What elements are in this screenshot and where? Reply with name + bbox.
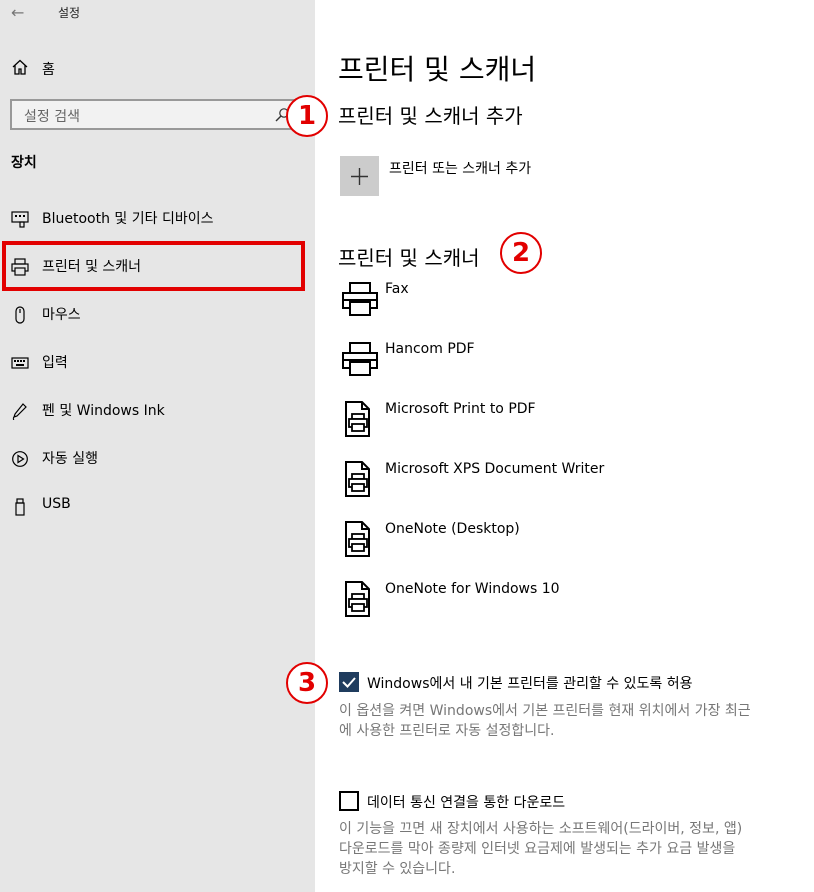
search-box[interactable]: 설정 검색 (10, 99, 300, 130)
sidebar-item-pen[interactable]: 펜 및 Windows Ink (0, 387, 315, 435)
default-printer-description: 이 옵션을 켜면 Windows에서 기본 프린터를 현재 위치에서 가장 최근… (339, 701, 789, 741)
keyboard-icon (11, 357, 29, 369)
annotation-marker-3: 3 (286, 662, 328, 704)
sidebar-item-label: Bluetooth 및 기타 디바이스 (42, 211, 214, 227)
printer-icon (342, 342, 378, 376)
document-printer-icon (345, 401, 370, 437)
printer-name: Microsoft Print to PDF (385, 401, 536, 417)
annotation-marker-1: 1 (286, 95, 328, 137)
selection-highlight-box (2, 241, 305, 291)
back-arrow-icon[interactable]: ← (11, 3, 24, 22)
add-printer-label[interactable]: 프린터 또는 스캐너 추가 (389, 158, 531, 178)
sidebar-item-usb[interactable]: USB (0, 483, 315, 531)
sidebar-item-label: 입력 (42, 355, 68, 371)
check-icon (342, 677, 356, 688)
printer-name: Hancom PDF (385, 341, 475, 357)
pen-icon (12, 403, 27, 420)
printer-item-xps[interactable]: Microsoft XPS Document Writer (315, 460, 814, 510)
add-section-title: 프린터 및 스캐너 추가 (338, 104, 523, 128)
sidebar-item-label: 펜 및 Windows Ink (42, 403, 165, 419)
home-icon (12, 59, 28, 75)
metered-download-checkbox[interactable] (339, 791, 359, 811)
sidebar-item-label: 자동 실행 (42, 451, 98, 467)
bluetooth-devices-icon (11, 211, 29, 228)
default-printer-checkbox[interactable] (339, 672, 359, 692)
mouse-icon (15, 306, 25, 324)
search-input[interactable]: 설정 검색 (24, 106, 80, 126)
window-title: 설정 (58, 6, 81, 20)
description-line: 방지할 수 있습니다. (339, 861, 456, 877)
printer-item-ms-pdf[interactable]: Microsoft Print to PDF (315, 400, 814, 450)
sidebar-item-label: USB (42, 496, 71, 512)
document-printer-icon (345, 581, 370, 617)
add-printer-button[interactable] (340, 156, 379, 196)
sidebar-item-autoplay[interactable]: 자동 실행 (0, 435, 315, 483)
printer-name: Fax (385, 281, 409, 297)
sidebar: ← 설정 홈 설정 검색 장치 Bluetooth 및 기타 디바이스 프린터 … (0, 0, 315, 892)
home-link[interactable]: 홈 (42, 59, 55, 79)
sidebar-item-input[interactable]: 입력 (0, 339, 315, 387)
printer-name: OneNote for Windows 10 (385, 581, 560, 597)
sidebar-item-mouse[interactable]: 마우스 (0, 291, 315, 339)
section-title: 장치 (11, 155, 37, 171)
printer-item-onenote-desktop[interactable]: OneNote (Desktop) (315, 520, 814, 570)
printer-name: OneNote (Desktop) (385, 521, 520, 537)
annotation-marker-2: 2 (500, 232, 542, 274)
sidebar-item-bluetooth[interactable]: Bluetooth 및 기타 디바이스 (0, 195, 315, 243)
plus-icon (351, 168, 368, 185)
document-printer-icon (345, 521, 370, 557)
default-printer-label[interactable]: Windows에서 내 기본 프린터를 관리할 수 있도록 허용 (367, 673, 693, 693)
printer-item-hancom[interactable]: Hancom PDF (315, 340, 814, 390)
document-printer-icon (345, 461, 370, 497)
description-line: 에 사용한 프린터로 자동 설정합니다. (339, 723, 555, 739)
description-line: 이 기능을 끄면 새 장치에서 사용하는 소프트웨어(드라이버, 정보, 앱) (339, 821, 743, 837)
printer-name: Microsoft XPS Document Writer (385, 461, 605, 477)
description-line: 이 옵션을 켜면 Windows에서 기본 프린터를 현재 위치에서 가장 최근 (339, 703, 751, 719)
description-line: 다운로드를 막아 종량제 인터넷 요금제에 발생되는 추가 요금 발생을 (339, 841, 736, 857)
page-title: 프린터 및 스캐너 (338, 53, 537, 86)
usb-icon (15, 498, 25, 516)
printer-icon (342, 282, 378, 316)
printer-item-onenote-w10[interactable]: OneNote for Windows 10 (315, 580, 814, 630)
autoplay-icon (12, 451, 28, 467)
metered-download-description: 이 기능을 끄면 새 장치에서 사용하는 소프트웨어(드라이버, 정보, 앱) … (339, 819, 789, 879)
sidebar-item-label: 마우스 (42, 307, 81, 323)
printer-item-fax[interactable]: Fax (315, 280, 814, 330)
main-content: 프린터 및 스캐너 프린터 및 스캐너 추가 프린터 또는 스캐너 추가 프린터… (315, 0, 814, 892)
metered-download-label[interactable]: 데이터 통신 연결을 통한 다운로드 (367, 792, 565, 812)
list-section-title: 프린터 및 스캐너 (338, 246, 480, 270)
